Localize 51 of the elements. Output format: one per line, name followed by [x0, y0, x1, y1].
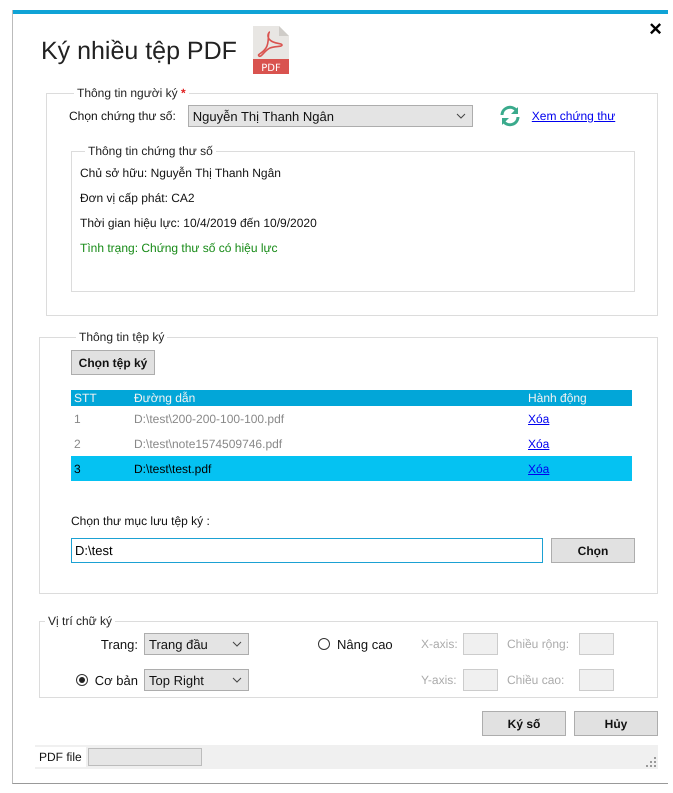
column-header: Hành động — [528, 391, 588, 405]
folder-input[interactable]: D:\test — [71, 538, 543, 563]
coordinate-label: Chiều cao: — [507, 673, 566, 687]
delete-link[interactable]: Xóa — [528, 436, 550, 450]
dialog-button[interactable]: Hủy — [574, 711, 658, 736]
advanced-radio[interactable]: Nâng cao — [318, 636, 421, 652]
table-cell-text: D:\test\200-200-100-100.pdf — [134, 412, 286, 426]
certificate-info-text: Thời gian hiệu lực: 10/4/2019 đến 10/9/2020 — [80, 216, 318, 230]
certificate-info-text: Chủ sở hữu: Nguyễn Thị Thanh Ngân — [80, 166, 282, 180]
pdf-file-icon: PDF — [250, 26, 289, 74]
choose-files-button[interactable]: Chọn tệp ký — [71, 350, 155, 375]
file-row[interactable]: 2 D:\test\note1574509746.pdf Xóa — [71, 431, 632, 456]
caret-icon — [456, 113, 466, 119]
corner-dropdown[interactable]: Top Right — [144, 669, 249, 691]
choose-folder-button[interactable]: Chọn — [551, 538, 635, 563]
certificate-info-text: Đơn vị cấp phát: CA2 — [80, 191, 196, 205]
group-legend: Thông tin tệp ký — [76, 330, 168, 344]
column-header: STT — [73, 391, 98, 405]
certificate-info-text: Tình trạng: Chứng thư số có hiệu lực — [80, 241, 279, 255]
close-button[interactable]: × — [645, 16, 666, 42]
caret-icon — [232, 641, 242, 647]
table-cell-text: D:\test\test.pdf — [134, 462, 212, 476]
refresh-icon[interactable] — [498, 104, 522, 128]
certificate-label: Chọn chứng thư số: — [69, 109, 176, 123]
column-header: Đường dẫn — [134, 391, 196, 405]
file-row[interactable]: 1 D:\test\200-200-100-100.pdf Xóa — [71, 406, 632, 431]
group-legend: Vị trí chữ ký — [45, 614, 116, 628]
table-cell-text: 3 — [73, 462, 82, 476]
basic-radio[interactable]: Cơ bản — [76, 672, 138, 688]
certificate-dropdown[interactable]: Nguyễn Thị Thanh Ngân — [188, 105, 473, 127]
delete-link[interactable]: Xóa — [528, 412, 550, 426]
file-row[interactable]: 3 D:\test\test.pdf Xóa — [71, 456, 632, 481]
table-cell-text: 2 — [73, 436, 82, 450]
group-legend: Thông tin chứng thư số — [85, 144, 216, 158]
dialog-button[interactable]: Ký số — [482, 711, 566, 736]
view-certificate-link[interactable]: Xem chứng thư — [532, 109, 616, 123]
status-label: PDF file — [35, 747, 86, 767]
page-label: Trang: — [100, 636, 138, 652]
coordinate-label: X-axis: — [421, 637, 459, 651]
resize-grip-icon — [646, 757, 656, 767]
caret-icon — [232, 677, 242, 683]
group-legend: Thông tin người ký * — [74, 86, 189, 100]
coordinate-label: Y-axis: — [421, 673, 458, 687]
window-title: Ký nhiều tệp PDF — [41, 36, 237, 66]
table-cell-text: D:\test\note1574509746.pdf — [134, 436, 284, 450]
delete-link[interactable]: Xóa — [528, 462, 550, 476]
folder-label: Chọn thư mục lưu tệp ký : — [71, 514, 211, 528]
coordinate-label: Chiều rộng: — [507, 637, 570, 651]
page-dropdown[interactable]: Trang đầu — [144, 633, 249, 655]
required-mark: * — [180, 86, 186, 100]
table-cell-text: 1 — [73, 412, 82, 426]
